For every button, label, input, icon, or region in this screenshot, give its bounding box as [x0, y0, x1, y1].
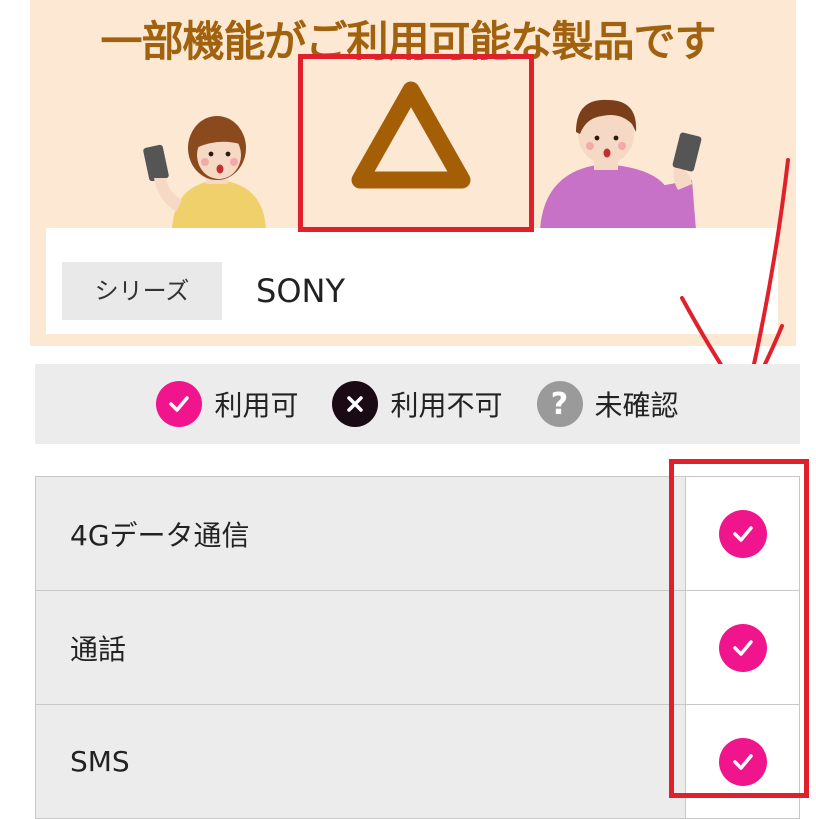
woman-illustration: [143, 116, 266, 230]
legend-unavailable-label: 利用不可: [390, 389, 503, 422]
check-icon: [156, 381, 203, 427]
feature-name: 4Gデータ通信: [35, 477, 685, 590]
legend-unknown-label: 未確認: [594, 389, 679, 422]
series-value: SONY: [256, 272, 345, 310]
legend-available: 利用可: [156, 381, 298, 427]
question-icon: ?: [536, 381, 583, 427]
legend-unknown: ? 未確認: [536, 381, 679, 427]
product-card: シリーズ SONY: [46, 228, 778, 334]
series-label: シリーズ: [62, 262, 222, 320]
legend-bar: 利用可 利用不可 ? 未確認: [35, 364, 800, 444]
legend-available-label: 利用可: [214, 389, 299, 422]
status-column-highlight-box: [669, 459, 809, 798]
triangle-highlight-box: [298, 54, 534, 232]
feature-name: SMS: [35, 705, 685, 818]
cross-icon: [332, 381, 379, 427]
feature-name: 通話: [35, 591, 685, 704]
legend-unavailable: 利用不可: [332, 381, 503, 427]
